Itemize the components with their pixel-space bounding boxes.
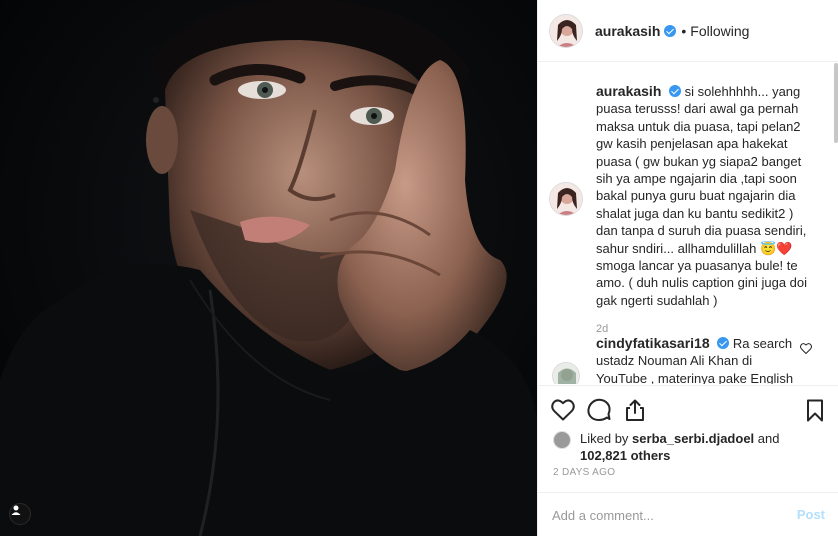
likes-and: and bbox=[757, 431, 780, 446]
caption-age[interactable]: 2d bbox=[596, 323, 608, 335]
post-photo-image bbox=[0, 0, 537, 536]
comment-icon[interactable] bbox=[586, 397, 612, 423]
share-icon[interactable] bbox=[622, 397, 648, 423]
post-side-panel: aurakasih • Following aurakasih si soleh… bbox=[537, 0, 838, 536]
commenter-username[interactable]: cindyfatikasari18 bbox=[596, 335, 710, 351]
following-button[interactable]: Following bbox=[690, 23, 749, 39]
likes-line: Liked by serba_serbi.djadoel and bbox=[553, 430, 833, 447]
likes-prefix: Liked by bbox=[580, 431, 629, 446]
liker-avatar[interactable] bbox=[553, 431, 571, 449]
add-comment-input[interactable] bbox=[552, 505, 772, 525]
liker-username[interactable]: serba_serbi.djadoel bbox=[632, 431, 754, 446]
post-photo[interactable] bbox=[0, 0, 537, 536]
post-timestamp[interactable]: 2 DAYS AGO bbox=[553, 467, 615, 478]
caption-body: aurakasih si solehhhhh... yang puasa ter… bbox=[596, 83, 818, 309]
caption-avatar[interactable] bbox=[549, 182, 583, 216]
author-avatar[interactable] bbox=[549, 13, 583, 48]
likes-summary: Liked by serba_serbi.djadoel and 102,821… bbox=[553, 430, 833, 464]
verified-badge-icon bbox=[717, 337, 730, 349]
comments-area[interactable]: aurakasih si solehhhhh... yang puasa ter… bbox=[538, 63, 838, 384]
verified-badge-icon bbox=[669, 85, 681, 97]
verified-badge-icon bbox=[664, 24, 677, 37]
caption-text: si solehhhhh... yang puasa terusss! dari… bbox=[596, 84, 808, 308]
post-header: aurakasih • Following bbox=[538, 0, 838, 62]
bookmark-icon[interactable] bbox=[802, 397, 828, 423]
separator-dot: • bbox=[681, 22, 687, 39]
heart-icon[interactable] bbox=[550, 397, 576, 423]
comment-body: cindyfatikasari18 Ra search ustadz Nouma… bbox=[596, 335, 802, 384]
commenter-avatar[interactable] bbox=[552, 362, 580, 384]
user-tag-icon[interactable] bbox=[9, 503, 31, 525]
add-comment-bar: Post bbox=[538, 492, 838, 536]
action-bar bbox=[538, 385, 838, 435]
author-username[interactable]: aurakasih bbox=[595, 23, 660, 39]
likes-others-count[interactable]: 102,821 others bbox=[553, 447, 833, 464]
comments-scrollbar[interactable] bbox=[834, 63, 838, 143]
comment-like-heart-icon[interactable] bbox=[800, 341, 812, 359]
caption-username[interactable]: aurakasih bbox=[596, 83, 661, 99]
post-comment-button[interactable]: Post bbox=[797, 507, 825, 522]
